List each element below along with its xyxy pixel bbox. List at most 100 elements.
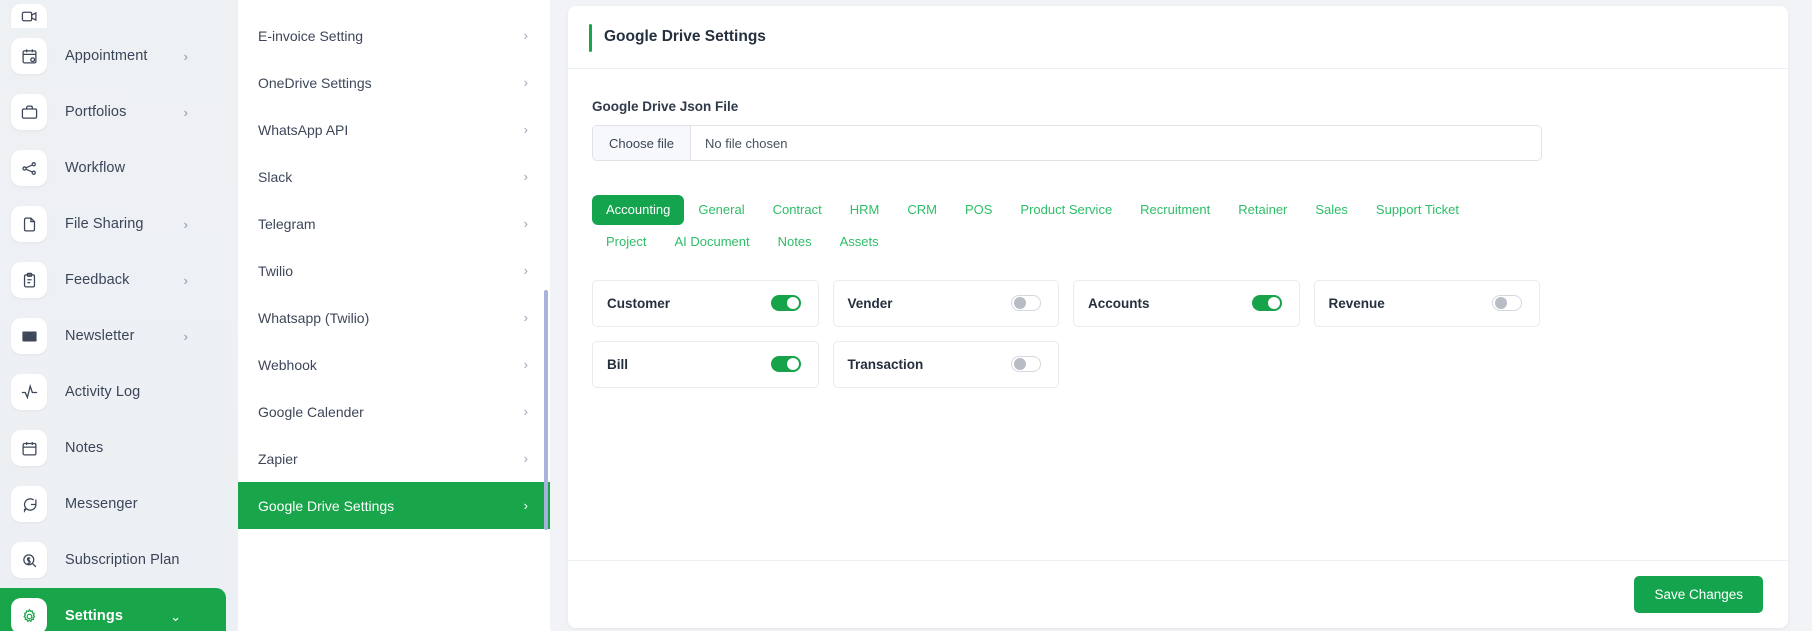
tab-crm[interactable]: CRM xyxy=(893,195,951,225)
sidebar-item-feedback[interactable]: Feedback› xyxy=(0,252,238,308)
toggle-switch[interactable] xyxy=(1492,295,1522,311)
toggle-card-bill: Bill xyxy=(592,341,819,388)
workflow-icon xyxy=(11,150,47,186)
chevron-right-icon: › xyxy=(524,499,528,512)
sidebar-item-partial[interactable] xyxy=(0,0,238,28)
submenu-item-onedrive-settings[interactable]: OneDrive Settings› xyxy=(238,59,550,106)
sidebar-item-activity-log[interactable]: Activity Log xyxy=(0,364,238,420)
gear-icon xyxy=(11,598,47,631)
chevron-right-icon: › xyxy=(184,274,188,287)
chosen-file-name: No file chosen xyxy=(691,126,787,160)
clipboard-icon xyxy=(11,262,47,298)
chevron-right-icon: › xyxy=(184,330,188,343)
tab-notes[interactable]: Notes xyxy=(764,227,826,257)
submenu-item-label: Telegram xyxy=(258,216,316,232)
submenu-item-whatsapp-api[interactable]: WhatsApp API› xyxy=(238,106,550,153)
page-title: Google Drive Settings xyxy=(604,28,766,46)
calendar-icon xyxy=(11,430,47,466)
sidebar-item-label: Workflow xyxy=(65,160,125,176)
video-icon xyxy=(11,4,47,28)
submenu-item-zapier[interactable]: Zapier› xyxy=(238,435,550,482)
sidebar-item-file-sharing[interactable]: File Sharing › xyxy=(0,196,238,252)
chevron-right-icon: › xyxy=(524,170,528,183)
sidebar-item-appointment[interactable]: Appointment › xyxy=(0,28,238,84)
submenu-item-webhook[interactable]: Webhook› xyxy=(238,341,550,388)
sidebar-item-settings[interactable]: Settings⌄ xyxy=(0,588,226,631)
pulse-icon xyxy=(11,374,47,410)
chevron-right-icon: › xyxy=(184,218,188,231)
file-icon xyxy=(11,206,47,242)
tab-ai-document[interactable]: AI Document xyxy=(660,227,763,257)
sidebar-item-subscription-plan[interactable]: Subscription Plan xyxy=(0,532,238,588)
toggle-knob xyxy=(1268,297,1280,309)
chevron-right-icon: › xyxy=(524,405,528,418)
chat-bubble-icon xyxy=(11,486,47,522)
tab-assets[interactable]: Assets xyxy=(826,227,893,257)
submenu-item-label: Google Calender xyxy=(258,404,364,420)
save-changes-button[interactable]: Save Changes xyxy=(1634,576,1763,613)
submenu-item-google-calender[interactable]: Google Calender › xyxy=(238,388,550,435)
sidebar-item-newsletter[interactable]: Newsletter› xyxy=(0,308,238,364)
tab-retainer[interactable]: Retainer xyxy=(1224,195,1301,225)
submenu-item-label: Google Drive Settings xyxy=(258,498,394,514)
toggle-switch[interactable] xyxy=(771,356,801,372)
chevron-right-icon: › xyxy=(184,106,188,119)
sidebar-item-label: File Sharing xyxy=(65,216,144,232)
toggle-switch[interactable] xyxy=(771,295,801,311)
toggle-knob xyxy=(1014,297,1026,309)
submenu-item-slack[interactable]: Slack › xyxy=(238,153,550,200)
money-search-icon xyxy=(11,542,47,578)
primary-sidebar: Appointment › Portfolios › Workflow File Shar… xyxy=(0,0,238,631)
toggle-label: Accounts xyxy=(1088,296,1150,311)
toggle-card-revenue: Revenue xyxy=(1314,280,1541,327)
sidebar-item-workflow[interactable]: Workflow xyxy=(0,140,238,196)
chevron-right-icon: › xyxy=(524,358,528,371)
file-field-label: Google Drive Json File xyxy=(592,99,1764,114)
tab-support-ticket[interactable]: Support Ticket xyxy=(1362,195,1473,225)
sidebar-item-messenger[interactable]: Messenger xyxy=(0,476,238,532)
chevron-right-icon: › xyxy=(524,123,528,136)
submenu-item-telegram[interactable]: Telegram › xyxy=(238,200,550,247)
chevron-right-icon: › xyxy=(524,29,528,42)
module-tabs: AccountingGeneralContractHRMCRMPOSProduc… xyxy=(592,195,1492,258)
sidebar-item-notes[interactable]: Notes xyxy=(0,420,238,476)
sidebar-item-label: Appointment xyxy=(65,48,148,64)
toggle-switch[interactable] xyxy=(1011,295,1041,311)
choose-file-button[interactable]: Choose file xyxy=(593,126,691,160)
briefcase-icon xyxy=(11,94,47,130)
toggle-switch[interactable] xyxy=(1252,295,1282,311)
tab-pos[interactable]: POS xyxy=(951,195,1006,225)
toggle-label: Revenue xyxy=(1329,296,1385,311)
toggle-switch[interactable] xyxy=(1011,356,1041,372)
submenu-item-label: Slack xyxy=(258,169,292,185)
toggle-card-transaction: Transaction xyxy=(833,341,1060,388)
tab-project[interactable]: Project xyxy=(592,227,660,257)
google-drive-json-file-input[interactable]: Choose file No file chosen xyxy=(592,125,1542,161)
tab-recruitment[interactable]: Recruitment xyxy=(1126,195,1224,225)
chevron-right-icon: › xyxy=(184,50,188,63)
tab-sales[interactable]: Sales xyxy=(1301,195,1362,225)
toggle-card-accounts: Accounts xyxy=(1073,280,1300,327)
submenu-item-google-drive-settings[interactable]: Google Drive Settings › xyxy=(238,482,550,529)
tab-contract[interactable]: Contract xyxy=(759,195,836,225)
sidebar-item-label: Portfolios xyxy=(65,104,126,120)
tab-hrm[interactable]: HRM xyxy=(836,195,894,225)
submenu-item-e-invoice-setting[interactable]: E-invoice Setting› xyxy=(238,12,550,59)
tab-accounting[interactable]: Accounting xyxy=(592,195,684,225)
toggle-label: Vender xyxy=(848,296,893,311)
sidebar-item-portfolios[interactable]: Portfolios › xyxy=(0,84,238,140)
submenu-scrollbar[interactable] xyxy=(544,290,548,530)
chevron-right-icon: › xyxy=(524,264,528,277)
settings-submenu: E-invoice Setting›OneDrive Settings›What… xyxy=(238,0,550,631)
submenu-item-twilio[interactable]: Twilio › xyxy=(238,247,550,294)
tab-product-service[interactable]: Product Service xyxy=(1006,195,1126,225)
chevron-right-icon: › xyxy=(524,217,528,230)
chevron-right-icon: › xyxy=(524,452,528,465)
chevron-right-icon: › xyxy=(524,311,528,324)
title-accent-bar xyxy=(589,24,592,52)
submenu-item-whatsapp-twilio-[interactable]: Whatsapp (Twilio)› xyxy=(238,294,550,341)
toggle-label: Bill xyxy=(607,357,628,372)
tab-general[interactable]: General xyxy=(684,195,758,225)
submenu-item-label: Twilio xyxy=(258,263,293,279)
toggle-knob xyxy=(1495,297,1507,309)
